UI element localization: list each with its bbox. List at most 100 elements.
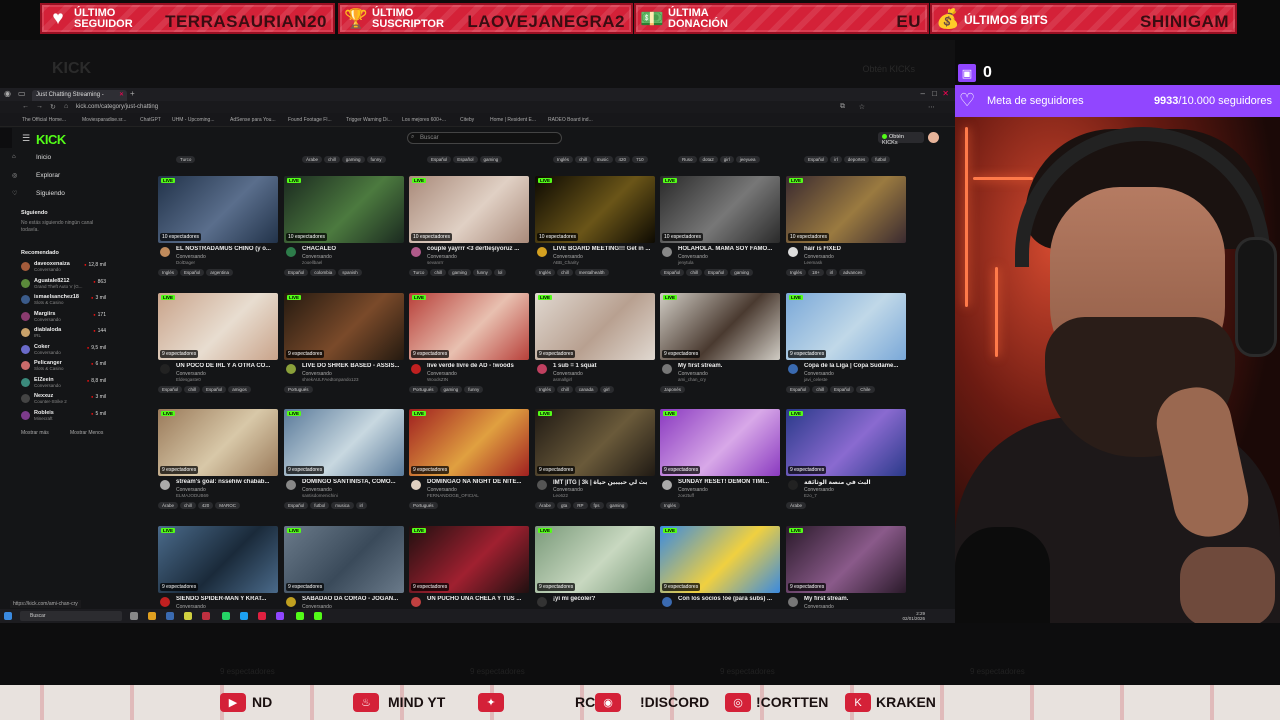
tag-chip[interactable]: deportes [843,156,870,163]
tag-chip[interactable]: gaming [341,156,365,163]
bookmark-item[interactable]: Found Footage Fl... [288,117,332,123]
app-icon[interactable] [258,612,266,620]
tag-chip[interactable]: spanish [338,269,362,276]
forward-icon[interactable]: → [36,103,43,110]
streamer-name[interactable]: Ezo_7 [804,493,817,498]
tag-chip[interactable]: Inglés [535,386,556,393]
streamer-avatar[interactable] [411,597,421,607]
search-input[interactable]: ⌕ Buscar [407,132,562,144]
bookmark-item[interactable]: Citeby [460,117,474,123]
stream-title[interactable]: LIVE BOARD MEETING!!! Get in ... [553,246,655,252]
stream-title[interactable]: HOLAHOLA. MAMÁ SOY FAMO... [678,246,780,252]
stream-thumbnail[interactable]: LIVE 9 espectadores [158,409,278,476]
tag-chip[interactable]: gaming [479,156,503,163]
tag-chip[interactable]: futbol [871,156,891,163]
tag-chip[interactable]: Español [704,269,729,276]
tag-chip[interactable]: irl [355,502,368,509]
tag-chip[interactable]: Japonés [660,386,686,393]
stream-thumbnail[interactable]: LIVE 9 espectadores [284,409,404,476]
stream-card[interactable]: LIVE 10 espectadores HOLAHOLA. MAMÁ SOY FA… [660,176,780,291]
whatsapp-icon[interactable] [222,612,230,620]
stream-thumbnail[interactable]: LIVE 9 espectadores [409,293,529,360]
tag-chip[interactable]: gaming [730,269,754,276]
streamer-name[interactable]: ABB_Charity [553,260,579,265]
stream-thumbnail[interactable]: LIVE 9 espectadores [535,293,655,360]
tag-chip[interactable]: Español [453,156,478,163]
stream-thumbnail[interactable]: LIVE 10 espectadores [158,176,278,243]
streamer-avatar[interactable] [411,247,421,257]
new-tab-icon[interactable]: + [130,89,135,98]
streamer-name[interactable]: jenytula [678,260,694,265]
url-field[interactable]: kick.com/category/just-chatting [76,104,158,110]
stream-title[interactable]: DOMINGO SANTINISTA, COMO... [302,479,404,485]
tag-chip[interactable]: chill [686,269,703,276]
stream-thumbnail[interactable]: LIVE 9 espectadores [158,526,278,593]
tag-chip[interactable]: futbol [310,502,330,509]
tag-chip[interactable]: argentina [206,269,234,276]
tag-chip[interactable]: 420 [197,502,214,509]
streamer-name[interactable]: Eldesgaste0 [176,377,201,382]
stream-title[interactable]: البث في منصة الوثائقة [804,479,906,486]
tag-chip[interactable]: Español [427,156,452,163]
streamer-avatar[interactable] [537,247,547,257]
tag-chip[interactable]: chill [812,386,829,393]
app-icon[interactable] [276,612,284,620]
tag-chip[interactable]: music [592,156,613,163]
tag-chip[interactable]: mentalhealth [574,269,609,276]
streamer-avatar[interactable] [662,480,672,490]
stream-title[interactable]: My first stream. [804,596,906,602]
tag-chip[interactable]: Portugués [409,502,438,509]
home-icon[interactable]: ⌂ [64,103,68,110]
bookmark-item[interactable]: Trigger Warning Di... [346,117,392,123]
sidebar-nav-inicio[interactable]: ⌂ Inicio [12,154,51,161]
stream-title[interactable]: DOMINGÃO NA NIGHT DE NITE... [427,479,529,485]
tag-chip[interactable]: Inglés [786,269,807,276]
recommended-channel[interactable]: RobleisMinecraft5 mil [21,410,106,421]
streamer-name[interactable]: zooellbael [302,260,322,265]
tag-chip[interactable]: Español [284,502,309,509]
streamer-avatar[interactable] [788,480,798,490]
tag-chip[interactable]: funny [472,269,492,276]
stream-thumbnail[interactable]: LIVE 9 espectadores [535,526,655,593]
streamer-avatar[interactable] [160,247,170,257]
streamer-avatar[interactable] [788,597,798,607]
tag-chip[interactable]: gaming [448,269,471,276]
stream-card[interactable]: LIVE 10 espectadores EL NOSTRADAMUS CHINO … [158,176,278,291]
recommended-channel[interactable]: daveoxenaizaConversando12,8 mil [21,261,106,272]
streamer-avatar[interactable] [411,364,421,374]
tag-chip[interactable]: Español [786,386,811,393]
tag-chip[interactable]: girl [599,386,614,393]
bookmark-icon[interactable]: ☆ [859,103,865,111]
recommended-channel[interactable]: ismaelsanchez18Slots & Casino3 mil [21,294,106,305]
stream-title[interactable]: SUNDAY RESET! DEMON TIMI... [678,479,780,485]
stream-thumbnail[interactable]: LIVE 10 espectadores [660,176,780,243]
stream-title[interactable]: My first stream. [678,363,780,369]
stream-title[interactable]: Copa de la Liga | Copa Sudame... [804,363,906,369]
stream-card[interactable]: LIVE 9 espectadores DOMINGÃO NA NIGHT DE N… [409,409,529,524]
stream-card[interactable]: LIVE 10 espectadores LIVE BOARD MEETING!!!… [535,176,655,291]
stream-thumbnail[interactable]: LIVE 10 espectadores [786,176,906,243]
streamer-avatar[interactable] [160,480,170,490]
tag-chip[interactable]: Español [180,269,205,276]
stream-card[interactable]: LIVE 10 espectadores couple yayrrr <3 dert… [409,176,529,291]
recommended-channel[interactable]: CokerConversando9,5 mil [21,344,106,355]
tag-chip[interactable]: fps [589,502,604,509]
stream-thumbnail[interactable]: LIVE 9 espectadores [786,293,906,360]
app-icon[interactable] [148,612,156,620]
sidebar-nav-siguiendo[interactable]: ♡ Siguiendo [12,190,65,197]
tag-chip[interactable]: Chile [856,386,875,393]
tag-chip[interactable]: chill [575,156,591,163]
tag-chip[interactable]: gaming [605,502,629,509]
tag-chip[interactable]: chill [557,269,573,276]
tag-chip[interactable]: Árabe [302,156,323,163]
stream-title[interactable]: EL NOSTRADAMUS CHINO (y o... [176,246,278,252]
settings-icon[interactable]: ⋯ [928,103,935,111]
stream-card[interactable]: LIVE 9 espectadores IMT |ITG | 3k | بث لي … [535,409,655,524]
stream-card[interactable]: LIVE 10 espectadores CHACALEO Conversando zo… [284,176,404,291]
streamer-name[interactable]: DolDager [176,260,195,265]
stream-thumbnail[interactable]: LIVE 9 espectadores [535,409,655,476]
tag-chip[interactable]: chill [557,386,573,393]
tag-chip[interactable]: Árabe [786,502,807,509]
tag-chip[interactable]: MAROC [215,502,241,509]
streamer-name[interactable]: zoe2tuff [678,493,694,498]
